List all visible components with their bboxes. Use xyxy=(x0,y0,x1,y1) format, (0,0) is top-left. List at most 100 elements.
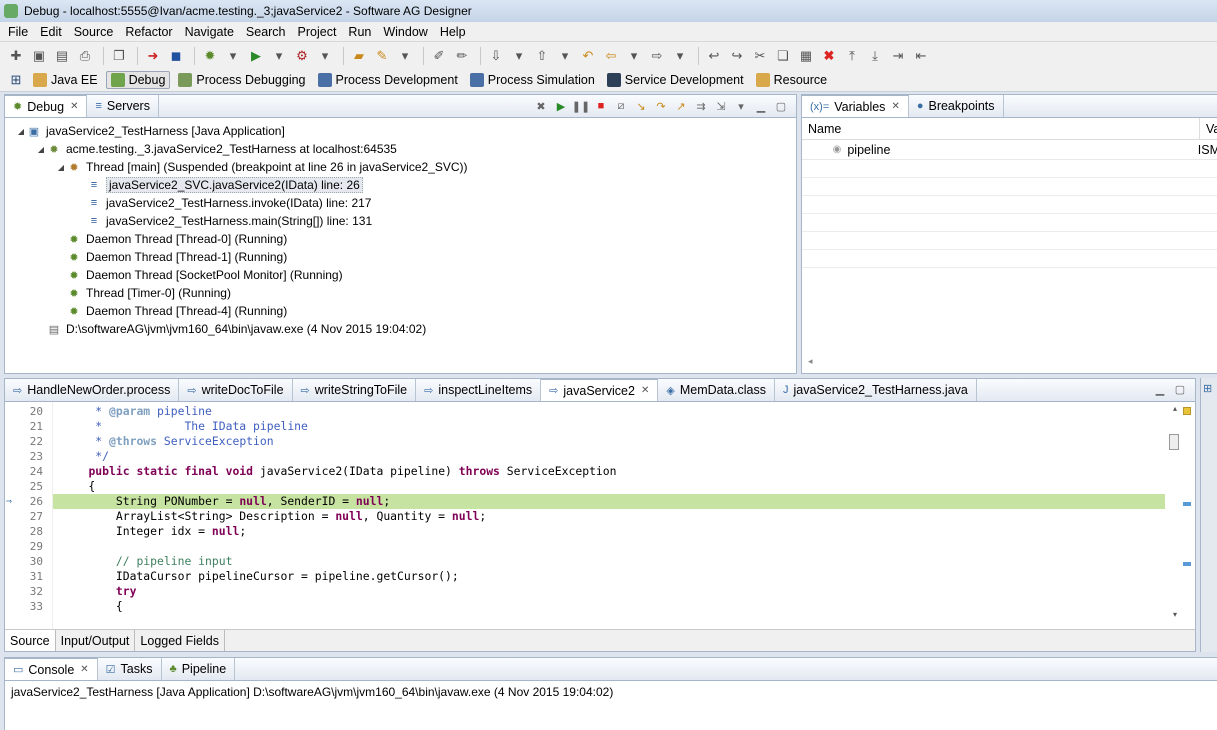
stop-icon[interactable]: ◼ xyxy=(166,46,186,66)
debug-tree-item[interactable]: ≡ javaService2_TestHarness.invoke(IData) … xyxy=(5,194,796,212)
save-icon[interactable]: ▣ xyxy=(29,46,49,66)
code-line[interactable]: 25 { xyxy=(5,479,1165,494)
close-icon[interactable]: ✕ xyxy=(891,101,899,112)
debug-tree-item[interactable]: ◢ ▣ javaService2_TestHarness [Java Applica… xyxy=(5,122,796,140)
menu-search[interactable]: Search xyxy=(240,25,292,39)
overview-ruler[interactable] xyxy=(1183,404,1193,629)
collapse-icon[interactable]: ◢ xyxy=(35,145,47,154)
minimize-icon[interactable]: ▁ xyxy=(752,98,770,114)
annotation-icon[interactable]: ✐ xyxy=(429,46,449,66)
perspective-debug[interactable]: Debug xyxy=(105,71,171,89)
menu-window[interactable]: Window xyxy=(377,25,433,39)
menu-run[interactable]: Run xyxy=(342,25,377,39)
debug-tree-item[interactable]: ✹ Daemon Thread [Thread-1] (Running) xyxy=(5,248,796,266)
close-icon[interactable]: ✕ xyxy=(80,664,88,675)
outline-icon[interactable]: ⊞ xyxy=(1203,382,1215,395)
perspective-java-ee[interactable]: Java EE xyxy=(29,72,102,88)
code-line[interactable]: 33 { xyxy=(5,599,1165,614)
run-to-line-icon[interactable]: ➜ xyxy=(143,46,163,66)
move-up-icon[interactable]: ⤒ xyxy=(842,46,862,66)
column-value[interactable]: Va xyxy=(1200,118,1217,139)
debug-tree-item[interactable]: ◢ ✹ Thread [main] (Suspended (breakpoint a… xyxy=(5,158,796,176)
disconnect-icon[interactable]: ⧄ xyxy=(612,98,630,114)
view-menu-icon[interactable]: ▾ xyxy=(732,98,750,114)
next-annotation-icon[interactable]: ⇩ xyxy=(486,46,506,66)
prev-annotation-icon[interactable]: ⇧ xyxy=(532,46,552,66)
cut-icon[interactable]: ✂ xyxy=(750,46,770,66)
scroll-up-icon[interactable]: ▴ xyxy=(1169,404,1181,414)
debug-tree-item[interactable]: ≡ javaService2_TestHarness.main(String[])… xyxy=(5,212,796,230)
scroll-thumb[interactable] xyxy=(1169,434,1179,450)
editor-sub-tab[interactable]: Source xyxy=(5,630,56,651)
code-line[interactable]: 32 try xyxy=(5,584,1165,599)
code-line[interactable]: 28 Integer idx = null; xyxy=(5,524,1165,539)
code-line[interactable]: 21 * The IData pipeline xyxy=(5,419,1165,434)
code-line[interactable]: 20 * @param pipeline xyxy=(5,404,1165,419)
menu-file[interactable]: File xyxy=(2,25,34,39)
dropdown-icon[interactable]: ▾ xyxy=(624,46,644,66)
scroll-left-icon[interactable]: ◂ xyxy=(808,356,813,367)
last-edit-icon[interactable]: ↶ xyxy=(578,46,598,66)
open-perspective-icon[interactable]: ⊞ xyxy=(6,70,26,90)
dropdown-icon[interactable]: ▾ xyxy=(555,46,575,66)
menu-navigate[interactable]: Navigate xyxy=(179,25,240,39)
perspective-service-development[interactable]: Service Development xyxy=(603,72,748,88)
suspend-icon[interactable]: ❚❚ xyxy=(572,98,590,114)
pen-icon[interactable]: ✏ xyxy=(452,46,472,66)
code-line[interactable]: 22 * @throws ServiceException xyxy=(5,434,1165,449)
open-folder-icon[interactable]: ▰ xyxy=(349,46,369,66)
debug-icon[interactable]: ✹ xyxy=(200,46,220,66)
redo-icon[interactable]: ↪ xyxy=(727,46,747,66)
collapse-icon[interactable]: ◢ xyxy=(55,163,67,172)
run-icon[interactable]: ▶ xyxy=(246,46,266,66)
collapse-icon[interactable]: ◢ xyxy=(15,127,27,136)
dropdown-icon[interactable]: ▾ xyxy=(269,46,289,66)
menu-source[interactable]: Source xyxy=(68,25,120,39)
menu-project[interactable]: Project xyxy=(292,25,343,39)
outdent-icon[interactable]: ⇤ xyxy=(911,46,931,66)
close-icon[interactable]: ✕ xyxy=(70,101,78,112)
dropdown-icon[interactable]: ▾ xyxy=(509,46,529,66)
remove-terminated-icon[interactable]: ✖ xyxy=(532,98,550,114)
menu-help[interactable]: Help xyxy=(434,25,472,39)
save-all-icon[interactable]: ▤ xyxy=(52,46,72,66)
perspective-process-development[interactable]: Process Development xyxy=(314,72,462,88)
editor-tab[interactable]: ⇨ javaService2 ✕ xyxy=(541,379,659,401)
menu-refactor[interactable]: Refactor xyxy=(119,25,178,39)
editor-tab[interactable]: JjavaService2_TestHarness.java xyxy=(775,379,977,401)
menu-edit[interactable]: Edit xyxy=(34,25,68,39)
copy-icon[interactable]: ❐ xyxy=(109,46,129,66)
scroll-down-icon[interactable]: ▾ xyxy=(1169,610,1181,619)
warning-marker-icon[interactable] xyxy=(1183,407,1191,415)
debug-tree-item[interactable]: ≡ javaService2_SVC.javaService2(IData) li… xyxy=(5,176,796,194)
code-line[interactable]: ⇒ 26 String PONumber = null, SenderID = n… xyxy=(5,494,1165,509)
debug-tree-item[interactable]: ✹ Daemon Thread [SocketPool Monitor] (Run… xyxy=(5,266,796,284)
minimize-icon[interactable]: ▁ xyxy=(1151,381,1169,397)
instruction-pointer-icon[interactable]: ⇒ xyxy=(6,494,12,509)
external-tools-icon[interactable]: ⚙ xyxy=(292,46,312,66)
indent-icon[interactable]: ⇥ xyxy=(888,46,908,66)
debug-tree-item[interactable]: ✹ Thread [Timer-0] (Running) xyxy=(5,284,796,302)
close-icon[interactable]: ✕ xyxy=(641,385,649,396)
debug-tree-item[interactable]: ✹ Daemon Thread [Thread-0] (Running) xyxy=(5,230,796,248)
print-icon[interactable]: ⎙ xyxy=(75,46,95,66)
move-down-icon[interactable]: ⤓ xyxy=(865,46,885,66)
editor-tab[interactable]: ⇨ writeStringToFile xyxy=(293,379,417,401)
column-name[interactable]: Name xyxy=(802,118,1200,139)
copy-icon[interactable]: ❏ xyxy=(773,46,793,66)
editor-tab[interactable]: ⇨ HandleNewOrder.process xyxy=(5,379,180,401)
maximize-icon[interactable]: ▢ xyxy=(772,98,790,114)
editor-sub-tab[interactable]: Logged Fields xyxy=(135,630,225,651)
code-editor[interactable]: 20 * @param pipeline 21 * The IData pipel… xyxy=(5,402,1195,629)
drop-to-frame-icon[interactable]: ⇉ xyxy=(692,98,710,114)
tab-servers[interactable]: ≡ Servers xyxy=(87,95,159,117)
debug-tree-item[interactable]: ✹ Daemon Thread [Thread-4] (Running) xyxy=(5,302,796,320)
tab-tasks[interactable]: ☑ Tasks xyxy=(98,658,162,680)
occurrence-marker[interactable] xyxy=(1183,562,1191,566)
dropdown-icon[interactable]: ▾ xyxy=(670,46,690,66)
dropdown-icon[interactable]: ▾ xyxy=(315,46,335,66)
editor-tab[interactable]: ⇨ inspectLineItems xyxy=(416,379,542,401)
variable-row[interactable]: ◉ pipeline ISM xyxy=(802,140,1217,160)
perspective-process-simulation[interactable]: Process Simulation xyxy=(466,72,599,88)
code-line[interactable]: 31 IDataCursor pipelineCursor = pipeline… xyxy=(5,569,1165,584)
